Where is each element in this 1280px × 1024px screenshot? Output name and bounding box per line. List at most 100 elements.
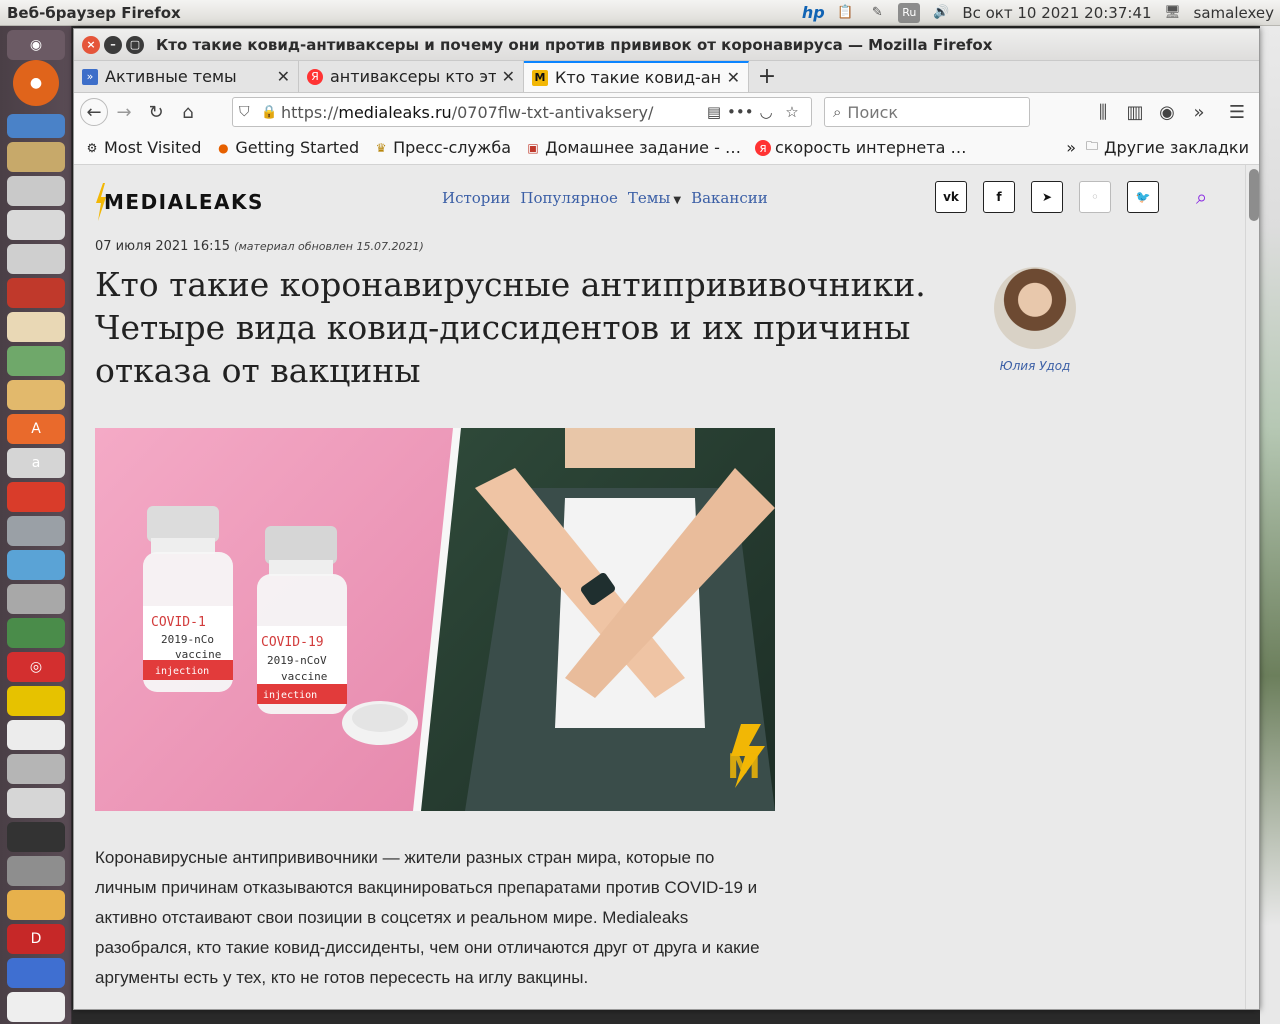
launcher-app-icon[interactable] <box>7 278 65 308</box>
site-search-icon[interactable]: ⌕ <box>1196 185 1207 209</box>
lock-icon[interactable]: 🔒 <box>261 105 279 120</box>
sidebar-icon[interactable]: ▥ <box>1119 97 1151 127</box>
keyboard-layout-indicator[interactable]: Ru <box>898 2 921 23</box>
tab-search-results[interactable]: Я антиваксеры кто это ✕ <box>299 61 524 92</box>
tab-close-icon[interactable]: ✕ <box>277 67 290 86</box>
window-titlebar[interactable]: × – ▢ Кто такие ковид-антиваксеры и поче… <box>74 29 1259 61</box>
bookmark-internet-speed[interactable]: я скорость интернета … <box>754 138 966 157</box>
vk-share-button[interactable]: vk <box>935 181 967 213</box>
launcher-app-icon[interactable]: A <box>7 414 65 444</box>
launcher-chromium-icon[interactable] <box>7 114 65 138</box>
scrollbar-thumb[interactable] <box>1249 169 1259 221</box>
launcher-app-icon[interactable] <box>7 890 65 920</box>
library-icon[interactable]: ⫼ <box>1087 97 1119 127</box>
launcher-app-icon[interactable] <box>7 618 65 648</box>
bookmark-star-icon[interactable]: ☆ <box>779 103 805 121</box>
hp-tray-icon[interactable]: hp <box>802 2 825 24</box>
vial2-label-line3: vaccine <box>281 670 327 683</box>
launcher-app-icon[interactable] <box>7 822 65 852</box>
pen-icon[interactable]: ✎ <box>866 2 888 24</box>
address-bar[interactable]: ⛉ 🔒 https://medialeaks.ru/0707flw-txt-an… <box>232 97 812 127</box>
tab-close-icon[interactable]: ✕ <box>502 67 515 86</box>
bookmark-most-visited[interactable]: ⚙ Most Visited <box>84 138 202 157</box>
launcher-app-icon[interactable] <box>7 856 65 886</box>
clock[interactable]: Вс окт 10 2021 20:37:41 <box>962 4 1151 22</box>
forward-button[interactable]: → <box>108 97 140 127</box>
new-tab-button[interactable]: + <box>749 61 785 92</box>
page-scrollbar[interactable] <box>1245 165 1259 1009</box>
pocket-icon[interactable]: ◡ <box>753 103 779 121</box>
site-navigation: Истории Популярное Темы ▼ Вакансии <box>442 189 768 207</box>
firefox-window: × – ▢ Кто такие ковид-антиваксеры и поче… <box>73 28 1260 1010</box>
nav-popular-link[interactable]: Популярное <box>520 189 617 207</box>
author-avatar[interactable] <box>994 267 1076 349</box>
launcher-firefox-icon[interactable]: ● <box>13 60 59 106</box>
nav-topics-dropdown[interactable]: Темы ▼ <box>628 189 681 207</box>
telegram-share-button[interactable]: ➤ <box>1031 181 1063 213</box>
caret-down-icon: ▼ <box>673 195 682 206</box>
navigation-toolbar: ← → ↻ ⌂ ⛉ 🔒 https://medialeaks.ru/0707fl… <box>74 93 1259 131</box>
bookmark-getting-started[interactable]: ● Getting Started <box>215 138 359 157</box>
launcher-app-icon[interactable] <box>7 992 65 1022</box>
launcher-app-icon[interactable] <box>7 176 65 206</box>
launcher-app-icon[interactable] <box>7 788 65 818</box>
twitter-share-button[interactable]: 🐦 <box>1127 181 1159 213</box>
launcher-app-icon[interactable] <box>7 754 65 784</box>
launcher-app-icon[interactable] <box>7 244 65 274</box>
user-name[interactable]: samalexey <box>1194 4 1274 22</box>
launcher-app-icon[interactable] <box>7 958 65 988</box>
page-actions-icon[interactable]: ••• <box>727 103 754 121</box>
launcher-app-icon[interactable] <box>7 380 65 410</box>
launcher-app-icon[interactable]: a <box>7 448 65 478</box>
reader-view-icon[interactable]: ▤ <box>701 103 727 121</box>
launcher-app-icon[interactable] <box>7 142 65 172</box>
odnoklassniki-share-button[interactable]: ◦ <box>1079 181 1111 213</box>
other-bookmarks-folder[interactable]: 🗀 Другие закладки <box>1084 138 1249 157</box>
volume-icon[interactable]: 🔊 <box>930 2 952 24</box>
window-minimize-button[interactable]: – <box>104 35 122 54</box>
launcher-app-icon[interactable] <box>7 210 65 240</box>
launcher-app-icon[interactable] <box>7 312 65 342</box>
clipboard-icon[interactable]: 📋 <box>834 2 856 24</box>
launcher-app-icon[interactable] <box>7 686 65 716</box>
vial1-label-line3: vaccine <box>175 648 221 661</box>
web-page: MEDIALEAKS Истории Популярное Темы ▼ Вака… <box>74 165 1245 1009</box>
launcher-app-icon[interactable] <box>7 584 65 614</box>
search-field[interactable]: ⌕ Поиск <box>824 97 1030 127</box>
monitor-icon[interactable]: 🖥 <box>1162 2 1184 24</box>
article-date: 07 июля 2021 16:15 (материал обновлен 15… <box>95 239 424 254</box>
launcher-app-icon[interactable]: D <box>7 924 65 954</box>
nav-vacancies-link[interactable]: Вакансии <box>691 189 768 207</box>
launcher-app-icon[interactable] <box>7 720 65 750</box>
nav-stories-link[interactable]: Истории <box>442 189 510 207</box>
launcher-app-icon[interactable] <box>7 516 65 546</box>
site-logo[interactable]: MEDIALEAKS <box>94 183 264 221</box>
launcher-ubuntu-icon[interactable]: ◉ <box>7 30 65 60</box>
window-maximize-button[interactable]: ▢ <box>126 35 144 54</box>
back-button[interactable]: ← <box>80 98 108 126</box>
tab-close-icon[interactable]: ✕ <box>727 68 740 87</box>
tab-article[interactable]: M Кто такие ковид-антиваксеры ✕ <box>524 61 749 92</box>
tab-active-topics[interactable]: » Активные темы ✕ <box>74 61 299 92</box>
home-button[interactable]: ⌂ <box>172 97 204 127</box>
launcher-app-icon[interactable] <box>7 346 65 376</box>
url-domain: medialeaks.ru <box>338 102 452 122</box>
logo-text: MEDIALEAKS <box>104 190 264 214</box>
bookmark-press-service[interactable]: ♛ Пресс-служба <box>373 138 511 157</box>
overflow-chevron-icon[interactable]: » <box>1183 97 1215 127</box>
bookmark-homework[interactable]: ▣ Домашнее задание - … <box>525 138 741 157</box>
url-text[interactable]: https://medialeaks.ru/0707flw-txt-antiva… <box>281 103 701 122</box>
author-name-link[interactable]: Юлия Удод <box>994 359 1076 373</box>
launcher-app-icon[interactable]: ◎ <box>7 652 65 682</box>
vial2-label-line4: injection <box>263 690 317 701</box>
menu-hamburger-icon[interactable]: ☰ <box>1221 97 1253 127</box>
account-icon[interactable]: ◉ <box>1151 97 1183 127</box>
launcher-app-icon[interactable] <box>7 550 65 580</box>
bookmarks-overflow-chevron-icon[interactable]: » <box>1066 138 1076 157</box>
launcher-app-icon[interactable] <box>7 482 65 512</box>
reload-button[interactable]: ↻ <box>140 97 172 127</box>
tracking-shield-icon[interactable]: ⛉ <box>239 104 257 120</box>
tab-strip: » Активные темы ✕ Я антиваксеры кто это … <box>74 61 1259 93</box>
facebook-share-button[interactable]: f <box>983 181 1015 213</box>
window-close-button[interactable]: × <box>82 35 100 54</box>
